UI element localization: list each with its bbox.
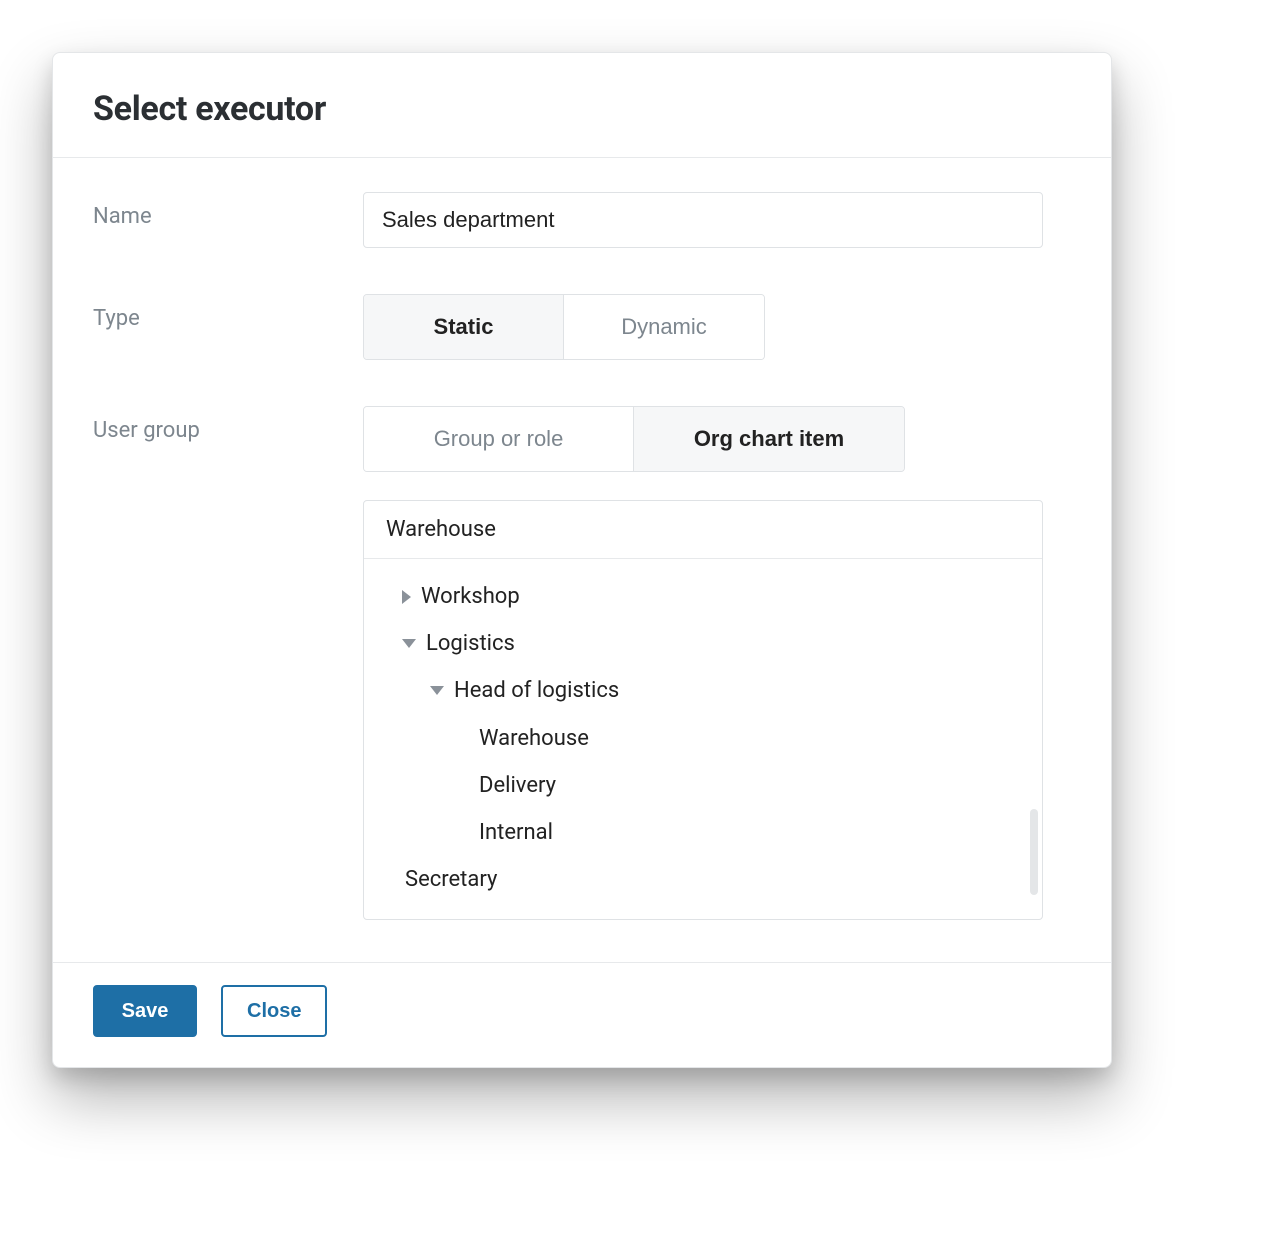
tree-node-logistics[interactable]: Logistics [382, 620, 1024, 667]
type-option-dynamic[interactable]: Dynamic [564, 295, 764, 359]
close-button[interactable]: Close [221, 985, 327, 1037]
tree-node-label: Head of logistics [454, 673, 619, 708]
type-label: Type [93, 294, 363, 331]
org-chart-tree-body: Workshop Logistics Head of logistics [364, 559, 1042, 919]
name-input[interactable] [363, 192, 1043, 248]
tree-node-head-of-logistics[interactable]: Head of logistics [382, 667, 1024, 714]
user-group-option-org-chart-item[interactable]: Org chart item [634, 407, 904, 471]
tree-node-label: Warehouse [479, 721, 589, 756]
org-chart-selected[interactable]: Warehouse [364, 501, 1042, 559]
tree-node-label: Internal [479, 815, 553, 850]
user-group-label: User group [93, 406, 363, 443]
tree-node-internal[interactable]: Internal [382, 809, 1024, 856]
chevron-down-icon [402, 639, 416, 648]
tree-leaf-icon [386, 875, 395, 884]
tree-node-label: Logistics [426, 626, 515, 661]
tree-node-warehouse[interactable]: Warehouse [382, 715, 1024, 762]
chevron-right-icon [402, 590, 411, 604]
tree-node-label: Secretary [405, 862, 497, 897]
row-type: Type Static Dynamic [93, 294, 1071, 360]
tree-leaf-icon [460, 734, 469, 743]
row-user-group: User group Group or role Org chart item … [93, 406, 1071, 920]
tree-node-delivery[interactable]: Delivery [382, 762, 1024, 809]
tree-leaf-icon [460, 781, 469, 790]
tree-leaf-icon [460, 828, 469, 837]
dialog-footer: Save Close [53, 962, 1111, 1067]
select-executor-dialog: Select executor Name Type Static Dynamic [52, 52, 1112, 1068]
user-group-segmented-control: Group or role Org chart item [363, 406, 905, 472]
scrollbar-thumb[interactable] [1030, 809, 1038, 895]
name-label: Name [93, 192, 363, 229]
type-segmented-control: Static Dynamic [363, 294, 765, 360]
tree-node-workshop[interactable]: Workshop [382, 573, 1024, 620]
dialog-header: Select executor [53, 53, 1111, 158]
tree-node-label: Workshop [421, 579, 520, 614]
chevron-down-icon [430, 686, 444, 695]
tree-node-secretary[interactable]: Secretary [382, 856, 1024, 903]
row-name: Name [93, 192, 1071, 248]
user-group-option-group-or-role[interactable]: Group or role [364, 407, 634, 471]
type-option-static[interactable]: Static [364, 295, 564, 359]
dialog-title: Select executor [93, 89, 1071, 129]
dialog-body: Name Type Static Dynamic User group [53, 158, 1111, 962]
save-button[interactable]: Save [93, 985, 197, 1037]
tree-node-label: Delivery [479, 768, 556, 803]
org-chart-tree: Warehouse Workshop Logistics [363, 500, 1043, 920]
